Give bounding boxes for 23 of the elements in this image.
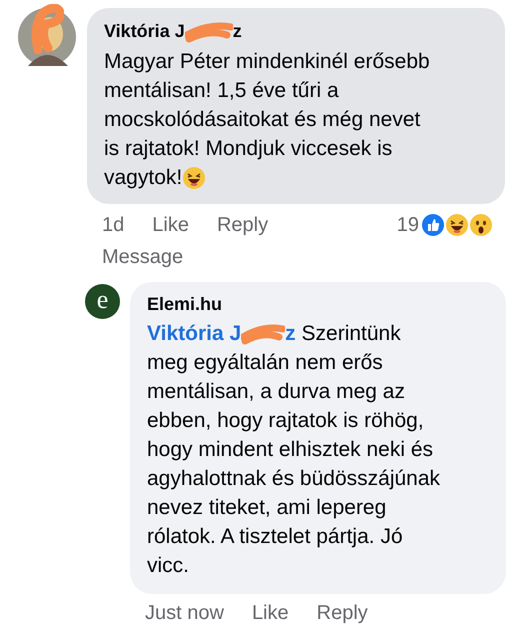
reply-text: Viktória J z Szerintünk meg egyáltalán nem erős mentálisan, a durva meg az ebben, hogy rajtatok is röhög, hogy mindent elhisztek neki és agyhalottnak és büdösszájúnak nevez titeket, ami lepereg rólatok. A tisztelet pártja. Jó vicc. bbox=[147, 321, 442, 579]
reaction-count[interactable]: 19 bbox=[396, 210, 419, 240]
reply-time: Just now bbox=[145, 601, 224, 626]
author-name[interactable]: Viktória J bbox=[104, 18, 185, 45]
redaction-scribble bbox=[241, 323, 286, 346]
wow-reaction-icon bbox=[469, 213, 493, 237]
like-link[interactable]: Like bbox=[252, 598, 289, 628]
mention-link[interactable]: Viktória J bbox=[147, 322, 242, 345]
mention-link[interactable]: z bbox=[285, 322, 296, 345]
redaction-scribble bbox=[30, 4, 64, 54]
like-link[interactable]: Like bbox=[152, 210, 189, 240]
reply-link[interactable]: Reply bbox=[216, 210, 268, 240]
comment-text: Magyar Péter mindenkinél erősebb mentálisan! 1,5 éve tűri a mocskolódásaitokat és még nevet is rajtatok! Mondjuk viccesek is vagytok! bbox=[104, 49, 431, 192]
laughing-emoji-icon bbox=[182, 166, 206, 190]
like-reaction-icon bbox=[421, 213, 445, 237]
author-name[interactable]: Elemi.hu bbox=[147, 291, 489, 318]
reply-link[interactable]: Reply bbox=[316, 598, 368, 628]
page-logo: e bbox=[85, 284, 120, 319]
author-name[interactable]: z bbox=[232, 18, 242, 45]
comment-time: 1d bbox=[102, 213, 124, 238]
haha-reaction-icon bbox=[445, 213, 469, 237]
redaction-scribble bbox=[184, 20, 233, 42]
message-link[interactable]: Message bbox=[102, 242, 184, 272]
